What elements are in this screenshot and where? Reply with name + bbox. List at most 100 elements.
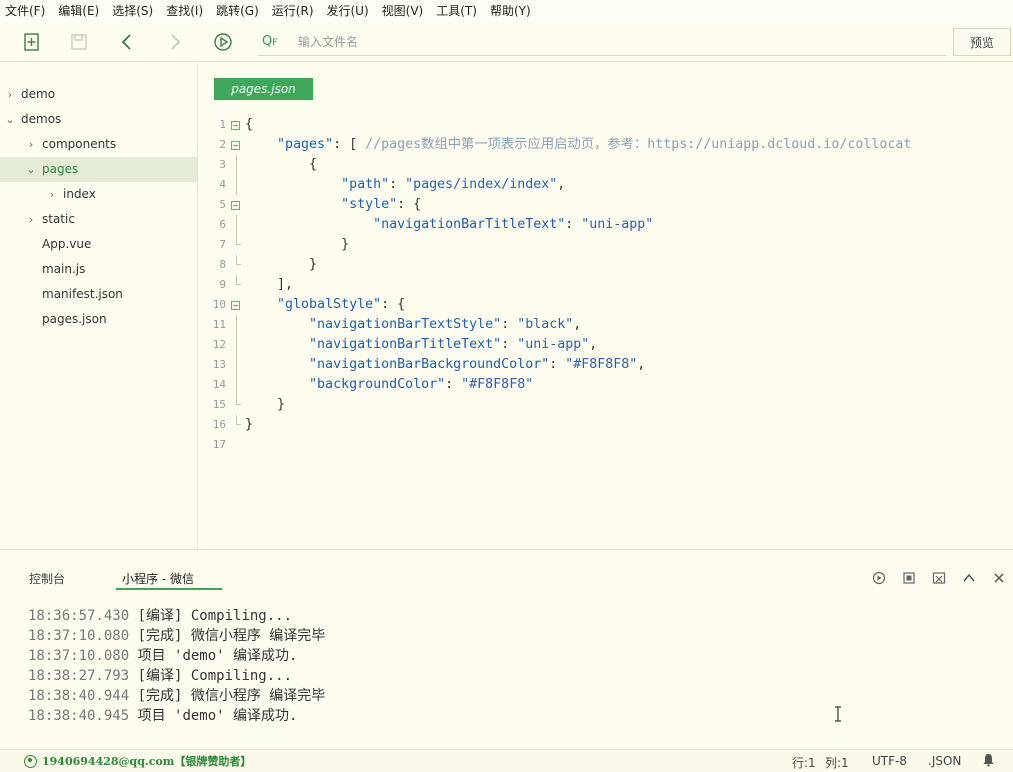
cursor-row[interactable]: 行:1 [792,754,816,771]
maximize-panel-icon[interactable] [961,570,977,586]
code-area[interactable]: 1{2 "pages": [ //pages数组中第一项表示应用启动页，参考：h… [199,115,1013,455]
forward-icon[interactable] [163,30,187,54]
chevron-right-icon[interactable]: › [4,82,16,107]
log-message: [编译] Compiling... [129,608,293,624]
line-number: 3 [219,158,226,171]
menu-item[interactable]: 帮助(Y) [485,0,539,22]
tree-item-app-vue[interactable]: App.vue [0,232,197,257]
fold-guide [236,315,237,335]
menu-item[interactable]: 发行(U) [322,0,377,22]
line-number: 5 [219,198,226,211]
menu-item[interactable]: 选择(S) [107,0,161,22]
tree-item-label: demo [21,87,56,101]
fold-end-marker [236,255,241,265]
code-line[interactable]: 10 "globalStyle": { [199,295,1013,315]
code-line[interactable]: 15 } [199,395,1013,415]
tab-miniprogram-wechat[interactable]: 小程序 - 微信 [122,570,194,587]
restart-icon[interactable] [871,570,887,586]
code-line[interactable]: 12 "navigationBarTitleText": "uni-app", [199,335,1013,355]
tree-item-index[interactable]: › index [0,182,197,207]
menu-item[interactable]: 编辑(E) [53,0,107,22]
search-icon: QF [262,34,278,49]
chevron-down-icon[interactable]: ⌄ [4,107,16,132]
new-file-icon[interactable] [20,30,44,54]
line-number: 1 [219,118,226,131]
close-icon[interactable] [991,570,1007,586]
line-number: 9 [219,278,226,291]
tree-item-label: pages.json [42,312,107,326]
stop-icon[interactable] [901,570,917,586]
log-message: [完成] 微信小程序 编译完毕 [129,688,326,704]
account-status[interactable]: 1940694428@qq.com【银牌赞助者】 [24,753,251,769]
code-text: "navigationBarTextStyle": "black", [309,317,582,332]
code-line[interactable]: 3 { [199,155,1013,175]
line-number: 7 [219,238,226,251]
clear-console-icon[interactable] [931,570,947,586]
line-number: 17 [212,438,226,451]
tree-item-pages[interactable]: ⌄ pages [0,157,197,182]
code-text: "path": "pages/index/index", [341,177,566,192]
chevron-down-icon[interactable]: ⌄ [25,157,37,182]
code-line[interactable]: 11 "navigationBarTextStyle": "black", [199,315,1013,335]
run-icon[interactable] [211,30,235,54]
line-number: 13 [212,358,226,371]
tree-item-main-js[interactable]: main.js [0,257,197,282]
code-line[interactable]: 16} [199,415,1013,435]
fold-toggle-icon[interactable] [231,201,240,210]
code-line[interactable]: 8 } [199,255,1013,275]
log-timestamp: 18:37:10.080 [28,648,130,664]
menu-item[interactable]: 运行(R) [267,0,322,22]
line-number: 12 [212,338,226,351]
tab-console[interactable]: 控制台 [29,570,65,587]
cursor-col[interactable]: 列:1 [825,754,849,771]
code-line[interactable]: 1{ [199,115,1013,135]
line-number: 4 [219,178,226,191]
code-line[interactable]: 14 "backgroundColor": "#F8F8F8" [199,375,1013,395]
tab-pages-json[interactable]: pages.json [214,78,313,100]
menu-item[interactable]: 视图(V) [377,0,432,22]
code-line[interactable]: 17 [199,435,1013,455]
code-line[interactable]: 6 "navigationBarTitleText": "uni-app" [199,215,1013,235]
save-icon[interactable] [67,30,91,54]
syntax-mode[interactable]: .JSON [928,754,961,768]
tree-item-label: main.js [42,262,86,276]
code-text: ], [277,277,294,292]
menu-item[interactable]: 文件(F) [0,0,53,22]
menu-item[interactable]: 查找(I) [161,0,211,22]
toolbar: QF 预览 [0,22,1013,62]
code-line[interactable]: 9 ], [199,275,1013,295]
tree-item-label: components [42,137,117,151]
fold-toggle-icon[interactable] [231,141,240,150]
fold-toggle-icon[interactable] [231,121,240,130]
text-cursor-icon [835,706,841,722]
code-text: { [309,157,318,172]
code-text: "pages": [ //pages数组中第一项表示应用启动页，参考：https… [277,137,912,152]
code-line[interactable]: 4 "path": "pages/index/index", [199,175,1013,195]
back-icon[interactable] [115,30,139,54]
code-line[interactable]: 5 "style": { [199,195,1013,215]
tree-item-static[interactable]: › static [0,207,197,232]
tree-item-demos[interactable]: ⌄ demos [0,107,197,132]
menu-item[interactable]: 工具(T) [431,0,485,22]
tree-item-manifest-json[interactable]: manifest.json [0,282,197,307]
preview-button[interactable]: 预览 [953,28,1011,56]
encoding[interactable]: UTF-8 [872,754,907,768]
fold-toggle-icon[interactable] [231,301,240,310]
code-line[interactable]: 13 "navigationBarBackgroundColor": "#F8F… [199,355,1013,375]
log-timestamp: 18:38:27.793 [28,668,130,684]
menu-item[interactable]: 跳转(G) [211,0,267,22]
tree-item-pages-json[interactable]: pages.json [0,307,197,332]
chevron-right-icon[interactable]: › [46,182,58,207]
tree-item-components[interactable]: › components [0,132,197,157]
chevron-right-icon[interactable]: › [25,207,37,232]
code-line[interactable]: 7 } [199,235,1013,255]
code-line[interactable]: 2 "pages": [ //pages数组中第一项表示应用启动页，参考：htt… [199,135,1013,155]
log-timestamp: 18:38:40.944 [28,688,130,704]
project-tree: › demo ⌄ demos › components ⌄ pages › index › stati… [0,63,198,550]
tree-item-demo[interactable]: › demo [0,82,197,107]
search-input[interactable] [294,34,894,49]
chevron-right-icon[interactable]: › [25,132,37,157]
tree-item-label: App.vue [42,237,92,251]
bell-icon[interactable] [982,753,995,770]
code-editor[interactable]: pages.json 1{2 "pages": [ //pages数组中第一项表… [199,63,1013,550]
